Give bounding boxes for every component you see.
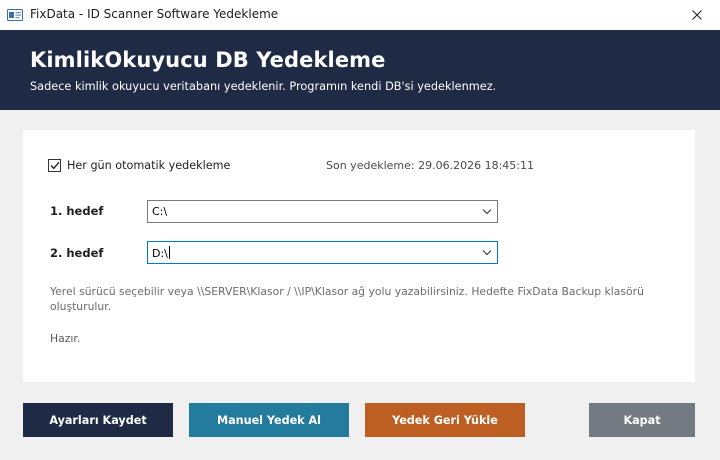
hint-text: Yerel sürücü seçebilir veya \\SERVER\Kla… <box>50 285 644 313</box>
target2-value: D:\ <box>152 247 168 260</box>
auto-backup-label: Her gün otomatik yedekleme <box>67 159 231 172</box>
settings-panel: Her gün otomatik yedekleme Son yedekleme… <box>23 130 695 382</box>
window-title: FixData - ID Scanner Software Yedekleme <box>30 7 279 21</box>
target1-combobox[interactable]: C:\ <box>147 200 498 223</box>
title-bar: FixData - ID Scanner Software Yedekleme <box>0 0 720 30</box>
close-icon <box>692 10 702 20</box>
window-close-button[interactable] <box>674 0 720 30</box>
status-text: Hazır. <box>50 332 81 345</box>
page-subtitle: Sadece kimlik okuyucu veritabanı yedekle… <box>30 80 497 93</box>
save-settings-button[interactable]: Ayarları Kaydet <box>23 403 173 437</box>
app-icon <box>7 9 23 21</box>
restore-backup-button[interactable]: Yedek Geri Yükle <box>365 403 525 437</box>
manual-backup-button[interactable]: Manuel Yedek Al <box>189 403 349 437</box>
text-caret <box>168 246 170 259</box>
page-title: KimlikOkuyucu DB Yedekleme <box>30 48 386 72</box>
checkbox-box[interactable] <box>48 159 61 172</box>
target2-label: 2. hedef <box>50 246 104 260</box>
chevron-down-icon[interactable] <box>482 208 492 215</box>
auto-backup-checkbox[interactable]: Her gün otomatik yedekleme <box>48 159 230 172</box>
target2-value-wrap: D:\ <box>152 246 170 260</box>
last-backup-text: Son yedekleme: 29.06.2026 18:45:11 <box>326 159 534 172</box>
target1-value: C:\ <box>152 205 168 218</box>
close-button[interactable]: Kapat <box>589 403 695 437</box>
target1-label: 1. hedef <box>50 204 104 218</box>
chevron-down-icon[interactable] <box>482 249 492 256</box>
header-banner: KimlikOkuyucu DB Yedekleme Sadece kimlik… <box>0 30 720 110</box>
checkmark-icon <box>50 161 60 170</box>
target2-combobox[interactable]: D:\ <box>147 241 498 264</box>
